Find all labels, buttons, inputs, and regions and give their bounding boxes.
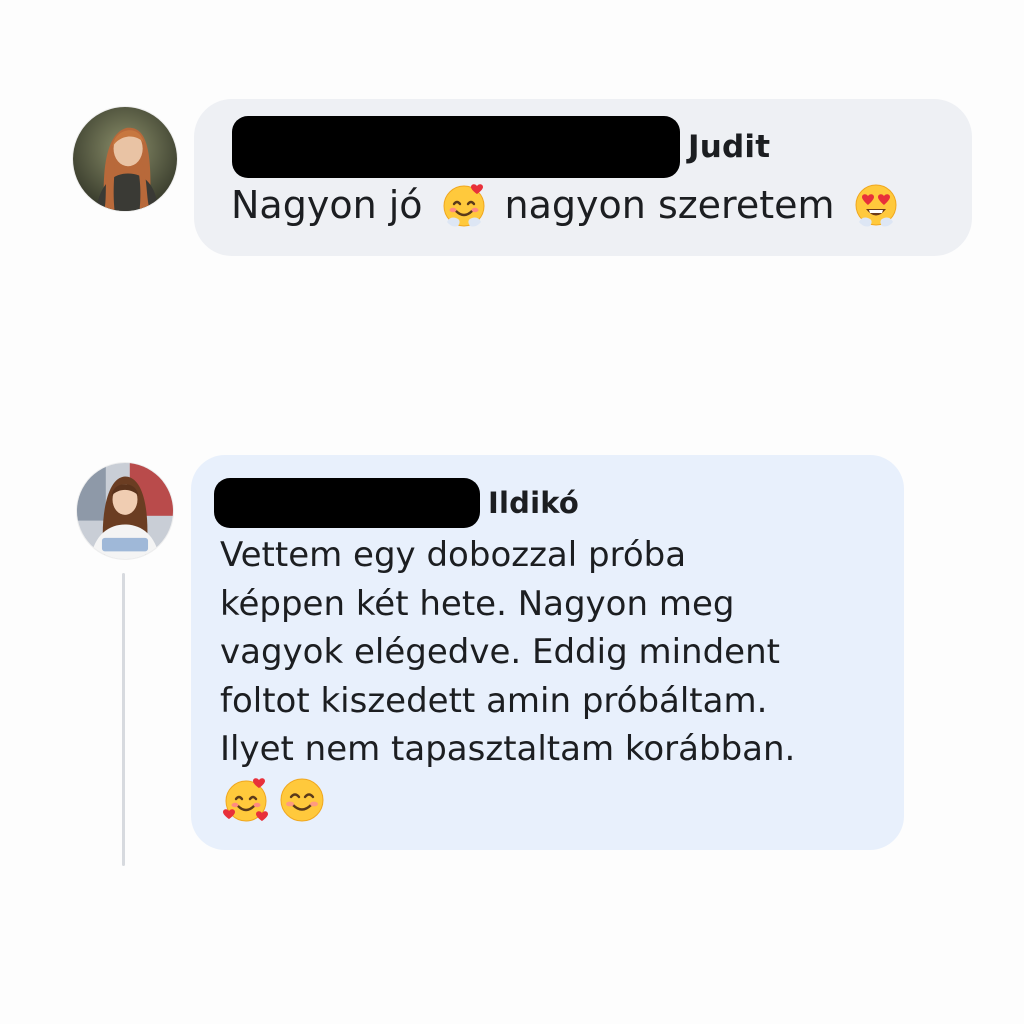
comments-thread: Judit Nagyon jó nagyon szeretem Ildikó V…	[0, 0, 1024, 1024]
author-name[interactable]: Ildikó	[488, 486, 579, 520]
comment-text-line: Vettem egy dobozzal próba	[220, 535, 687, 575]
redaction-bar	[232, 116, 680, 178]
comment-text: Vettem egy dobozzal próba képpen két het…	[220, 531, 860, 774]
heart-eyes-face-icon	[851, 180, 901, 230]
comment-bubble: Ildikó Vettem egy dobozzal próba képpen …	[191, 455, 904, 850]
comment-text-part: Nagyon jó	[231, 183, 423, 227]
woman-long-red-hair-avatar-icon	[73, 107, 177, 211]
comment-bubble: Judit Nagyon jó nagyon szeretem	[194, 99, 972, 256]
author-name[interactable]: Judit	[688, 129, 770, 165]
smiling-face-with-hearts-icon	[439, 180, 489, 230]
smiling-face-with-smiling-eyes-icon	[277, 775, 327, 825]
comment-text-line: képpen két hete. Nagyon meg	[220, 583, 735, 624]
comment-text-line: foltot kiszedett amin próbáltam.	[220, 680, 768, 721]
emoji-row	[221, 775, 327, 825]
smiling-face-with-hearts-icon	[221, 775, 271, 825]
woman-brown-hair-avatar-icon	[77, 463, 173, 559]
comment-text: Nagyon jó nagyon szeretem	[231, 179, 917, 231]
avatar-ildiko[interactable]	[77, 463, 173, 559]
avatar-judit[interactable]	[73, 107, 177, 211]
comment-author-row: Ildikó	[214, 478, 579, 528]
thread-line	[122, 573, 125, 866]
comment-text-line: vagyok elégedve. Eddig mindent	[220, 632, 780, 672]
comment-author-row: Judit	[232, 116, 770, 178]
comment-text-part: nagyon szeretem	[504, 183, 835, 227]
comment-text-line: Ilyet nem tapasztaltam korábban.	[220, 729, 796, 769]
redaction-bar	[214, 478, 480, 528]
